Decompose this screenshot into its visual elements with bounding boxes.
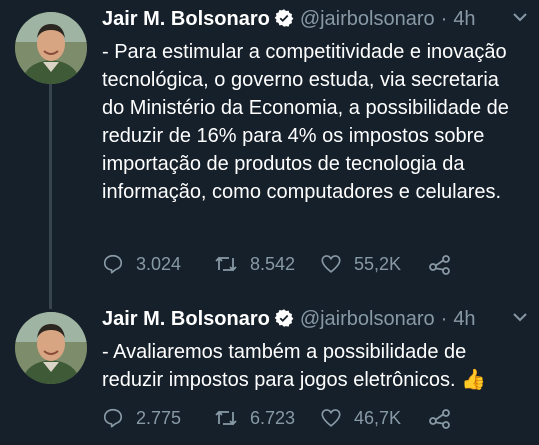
like-button[interactable]: 55,2K [320, 253, 401, 275]
like-count: 55,2K [354, 253, 402, 274]
reply-button[interactable]: 2.775 [102, 407, 181, 429]
verified-badge-icon [274, 309, 294, 327]
tweet[interactable]: Jair M. Bolsonaro @jairbolsonaro · 4h - Par… [0, 0, 539, 300]
tweet[interactable]: Jair M. Bolsonaro @jairbolsonaro · 4h - Ava… [0, 300, 539, 445]
chevron-down-icon[interactable] [511, 308, 529, 326]
tweet-actions: 2.775 6.723 46,7K [102, 407, 519, 435]
author-name[interactable]: Jair M. Bolsonaro [102, 8, 270, 30]
tweet-actions: 3.024 8.542 55,2K [102, 253, 519, 281]
author-name[interactable]: Jair M. Bolsonaro [102, 308, 270, 330]
chevron-down-icon[interactable] [511, 8, 529, 26]
heart-icon [321, 409, 341, 427]
heart-icon [321, 255, 341, 273]
reply-icon [103, 408, 123, 428]
share-icon [429, 409, 450, 429]
reply-count: 3.024 [136, 253, 182, 274]
avatar[interactable] [15, 12, 87, 84]
reply-count: 2.775 [136, 407, 182, 428]
timestamp[interactable]: 4h [453, 308, 475, 330]
retweet-icon [215, 410, 237, 426]
like-count: 46,7K [354, 407, 402, 428]
verified-badge-icon [274, 9, 294, 27]
tweet-text: - Para estimular a competitividade e ino… [102, 41, 509, 203]
author-handle[interactable]: @jairbolsonaro [300, 308, 435, 330]
reply-icon [103, 254, 123, 274]
tweet-header: Jair M. Bolsonaro @jairbolsonaro · 4h [102, 308, 529, 338]
tweet-header: Jair M. Bolsonaro @jairbolsonaro · 4h [102, 8, 529, 38]
tweet-text: - Avaliaremos também a possibilidade de … [102, 338, 525, 394]
retweet-button[interactable]: 6.723 [214, 407, 295, 429]
share-button[interactable] [428, 253, 464, 275]
retweet-icon [215, 256, 237, 272]
retweet-count: 8.542 [250, 253, 296, 274]
tweet-text-body: - Avaliaremos também a possibilidade de … [102, 341, 467, 391]
share-icon [429, 255, 450, 275]
reply-button[interactable]: 3.024 [102, 253, 181, 275]
share-button[interactable] [428, 407, 464, 429]
retweet-count: 6.723 [250, 407, 296, 428]
retweet-button[interactable]: 8.542 [214, 253, 295, 275]
timestamp[interactable]: 4h [453, 8, 475, 30]
dot-separator: · [440, 8, 448, 30]
like-button[interactable]: 46,7K [320, 407, 401, 429]
author-handle[interactable]: @jairbolsonaro [300, 8, 435, 30]
avatar[interactable] [15, 312, 87, 384]
dot-separator: · [440, 308, 448, 330]
thumbs-up-emoji: 👍 [461, 369, 486, 391]
